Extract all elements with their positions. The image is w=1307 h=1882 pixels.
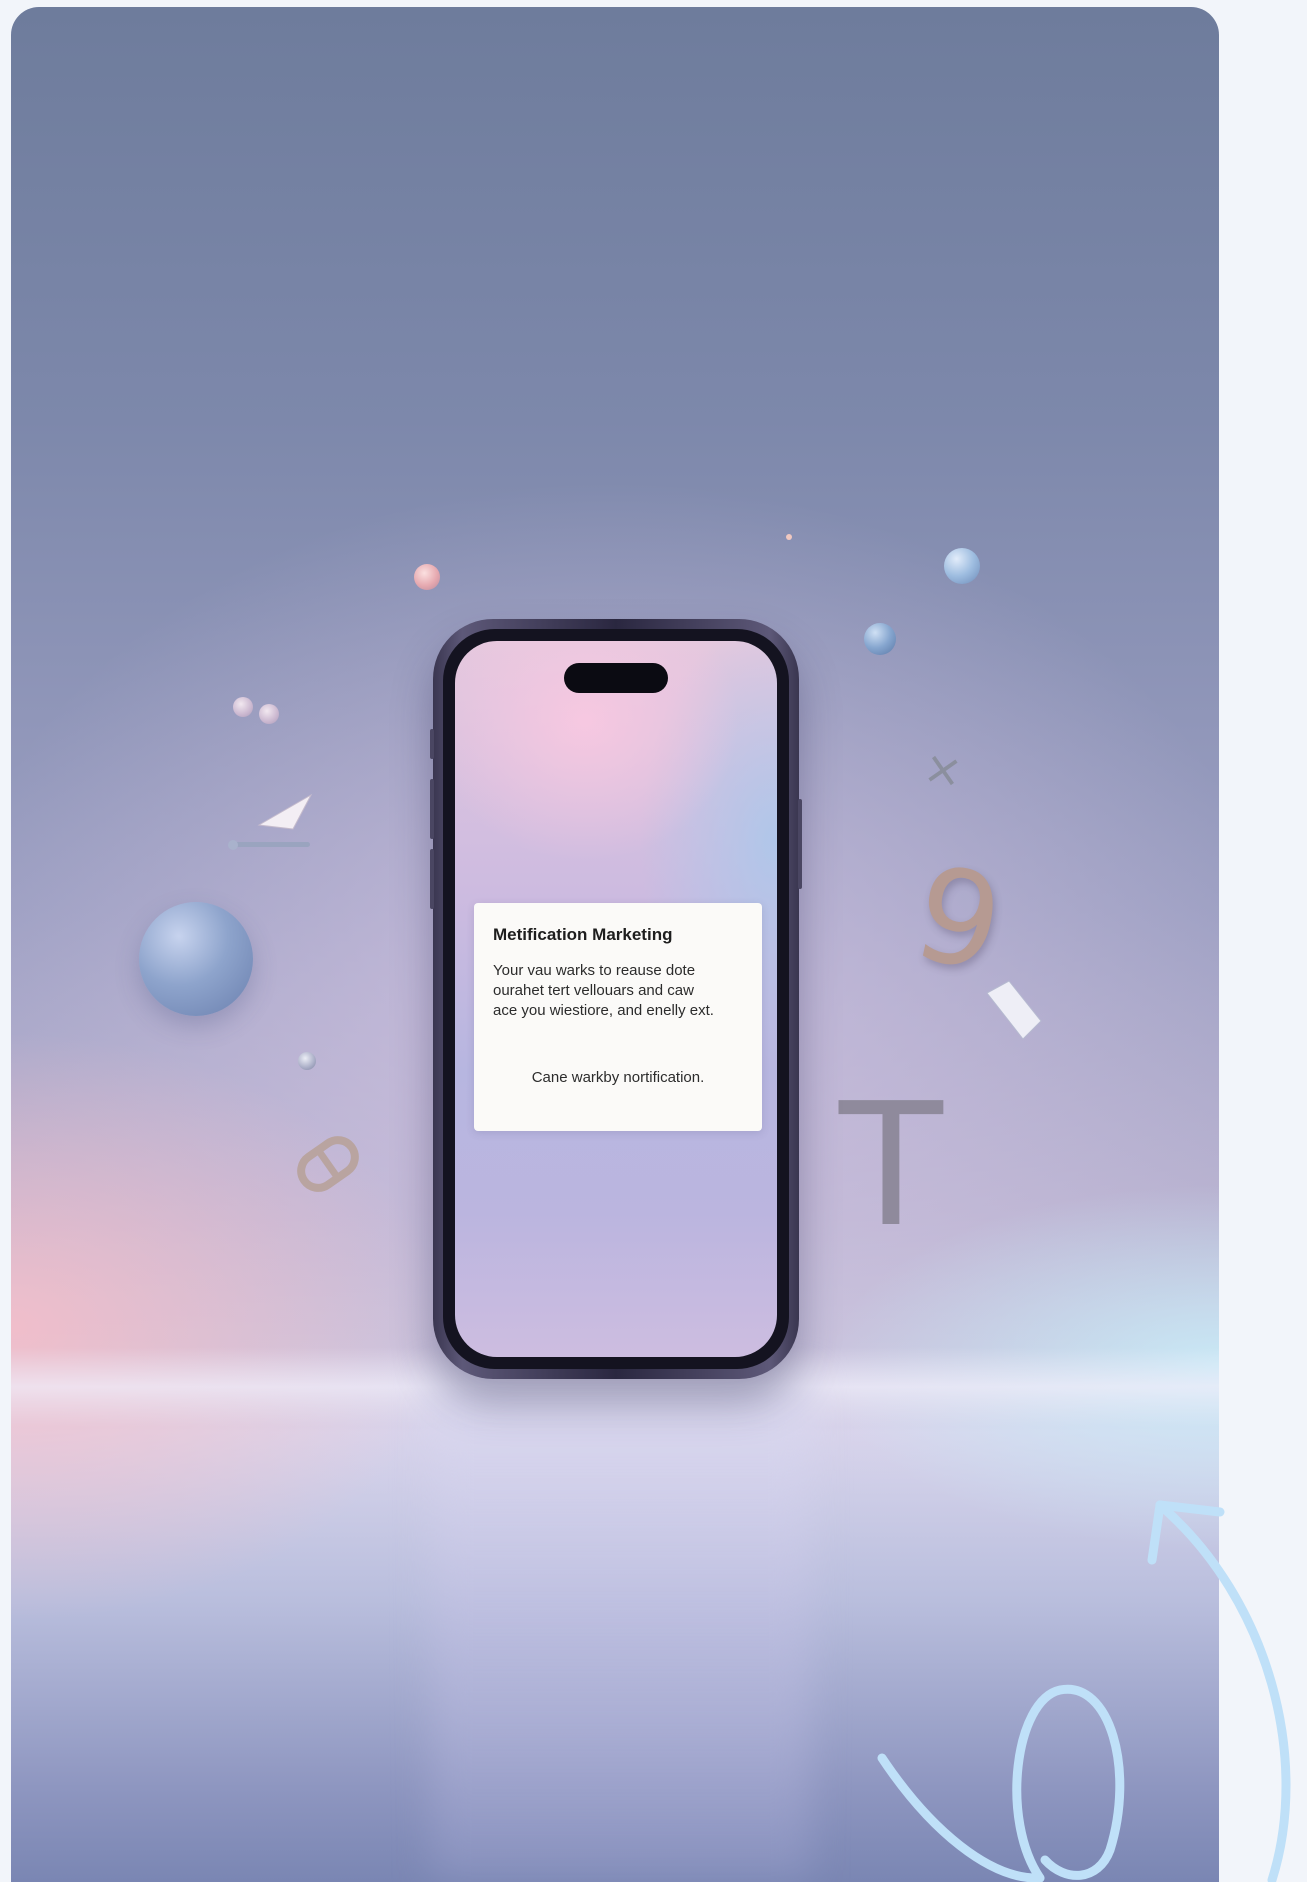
phone-side-button-mid (430, 779, 434, 839)
notification-body-line: Your vau warks to reause dote (493, 962, 696, 979)
tiny-grey-bead (298, 1052, 316, 1070)
phone-side-button-upper (430, 729, 434, 759)
tiny-bead-pair-a (233, 697, 253, 717)
floating-cross-glyph: × (919, 739, 967, 799)
small-blue-sphere-top-right (944, 548, 980, 584)
notification-body-line: ace you wiestiore, and enelly ext. (493, 1002, 714, 1019)
phone-side-button-low (430, 849, 434, 909)
small-blue-sphere-right (864, 623, 896, 655)
dynamic-island (564, 663, 668, 693)
phone-screen: Metification Marketing Your vau warks to… (455, 641, 777, 1357)
tiny-pink-bead-left (414, 564, 440, 590)
hero-image: 9 T × Metification Marketing Your vau wa… (11, 7, 1219, 1882)
floating-stick-left (228, 840, 310, 850)
tiny-bead-pair-b (259, 704, 279, 724)
floating-paper-shard-left (257, 793, 313, 830)
distant-spark (786, 534, 792, 540)
large-blue-sphere (139, 902, 253, 1016)
notification-card[interactable]: Metification Marketing Your vau warks to… (474, 903, 762, 1131)
smartphone: Metification Marketing Your vau warks to… (430, 619, 802, 1379)
notification-title: Metification Marketing (493, 925, 673, 944)
notification-footer: Cane warkby nortification. (531, 1069, 705, 1086)
notification-body: Your vau warks to reause dote ourahet te… (493, 961, 743, 1021)
floating-tee-glyph: T (839, 1067, 943, 1265)
notification-body-line: ourahet tert vellouars and caw (493, 982, 694, 999)
phone-power-button (798, 799, 802, 889)
floating-ring-link (297, 1136, 359, 1192)
phone-bezel: Metification Marketing Your vau warks to… (443, 629, 789, 1369)
phone-floor-reflection (431, 1377, 811, 1882)
floating-paper-shard-right (986, 980, 1042, 1040)
